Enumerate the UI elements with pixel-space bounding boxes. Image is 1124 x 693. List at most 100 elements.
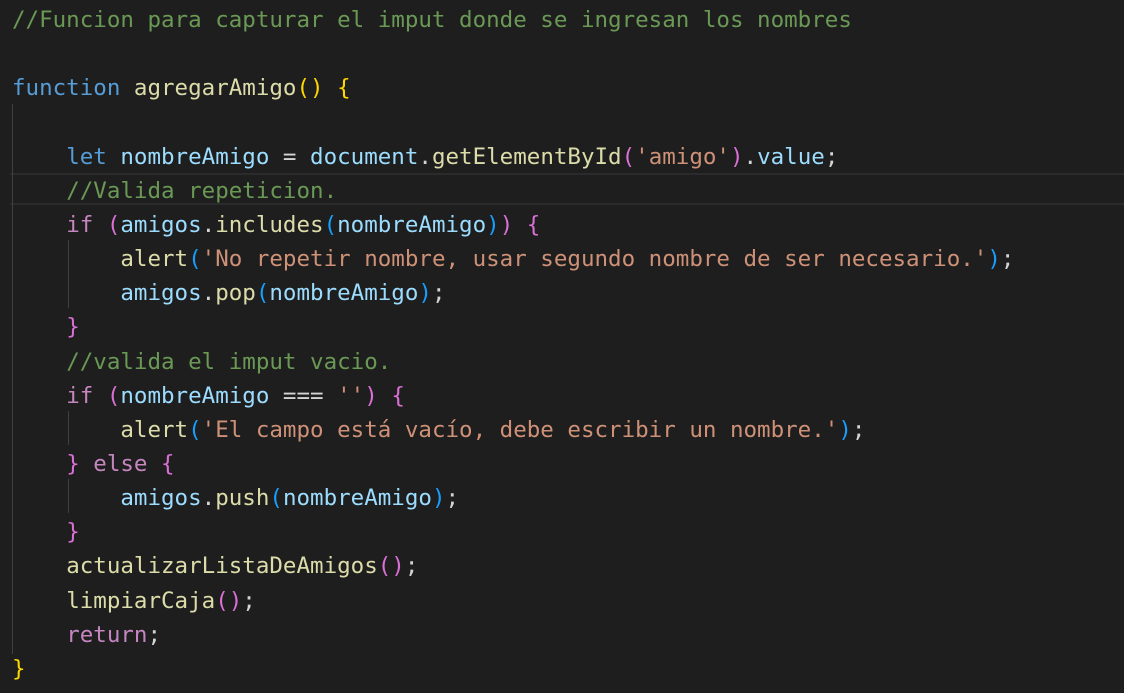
- code-token: let: [66, 143, 107, 170]
- code-line[interactable]: if (amigos.includes(nombreAmigo)) {: [12, 208, 540, 242]
- code-token: (: [323, 211, 338, 238]
- code-token: ): [499, 211, 514, 238]
- code-token: ): [729, 143, 744, 170]
- code-token: (: [188, 416, 202, 443]
- code-line[interactable]: //Funcion para capturar el imput donde s…: [12, 3, 852, 37]
- code-token: }: [66, 450, 80, 477]
- code-token: nombreAmigo: [269, 280, 419, 307]
- code-line[interactable]: }: [12, 310, 80, 344]
- code-token: 'amigo': [635, 143, 730, 170]
- code-token: nombreAmigo: [120, 382, 270, 409]
- code-token: (: [106, 211, 121, 238]
- code-line[interactable]: limpiarCaja();: [12, 584, 256, 618]
- code-line[interactable]: let nombreAmigo = document.getElementByI…: [12, 140, 838, 174]
- code-line[interactable]: //valida el imput vacio.: [12, 345, 391, 379]
- code-token: //valida el imput vacio.: [66, 348, 392, 375]
- code-token: nombreAmigo: [337, 211, 487, 238]
- code-token: }: [12, 655, 26, 682]
- code-line[interactable]: alert('No repetir nombre, usar segundo n…: [12, 242, 1014, 276]
- code-token: (: [106, 382, 121, 409]
- code-token: {: [526, 211, 541, 238]
- code-token: ;: [1000, 246, 1015, 273]
- code-line[interactable]: }: [12, 652, 26, 686]
- code-token: pop: [215, 280, 256, 307]
- code-token: value: [757, 143, 825, 170]
- code-token: nombreAmigo: [282, 485, 432, 512]
- code-token: ): [838, 416, 852, 443]
- code-token: ): [364, 382, 378, 409]
- code-token: =: [269, 143, 311, 170]
- code-token: (): [215, 587, 243, 614]
- code-token: ;: [431, 280, 446, 307]
- code-token: .: [201, 485, 216, 512]
- code-token: {: [161, 450, 175, 477]
- code-line[interactable]: if (nombreAmigo === '') {: [12, 379, 405, 413]
- code-token: ;: [851, 416, 866, 443]
- code-line[interactable]: function agregarAmigo() {: [12, 71, 351, 105]
- code-token: ;: [242, 587, 256, 614]
- code-token: (: [621, 143, 636, 170]
- code-token: ;: [824, 143, 839, 170]
- code-token: ): [418, 280, 432, 307]
- code-token: ): [987, 246, 1001, 273]
- code-token: nombreAmigo: [120, 143, 270, 170]
- code-token: else: [93, 450, 148, 477]
- code-line[interactable]: }: [12, 515, 80, 549]
- code-token: amigos: [120, 211, 202, 238]
- code-token: ;: [445, 485, 460, 512]
- code-token: {: [391, 382, 405, 409]
- code-token: (: [255, 280, 270, 307]
- code-token: ): [431, 485, 446, 512]
- code-editor[interactable]: //Funcion para capturar el imput donde s…: [0, 0, 1124, 693]
- code-token: }: [66, 314, 80, 341]
- code-token: includes: [215, 211, 324, 238]
- code-line[interactable]: return;: [12, 618, 161, 652]
- code-token: if: [66, 382, 94, 409]
- code-token: (): [296, 75, 324, 102]
- code-token: agregarAmigo: [133, 75, 297, 102]
- code-token: ===: [269, 382, 338, 409]
- code-token: ): [486, 211, 500, 238]
- code-token: .: [418, 143, 432, 170]
- code-token: //Valida repeticion.: [66, 177, 338, 204]
- code-token: .: [201, 211, 216, 238]
- code-token: if: [66, 211, 94, 238]
- code-line[interactable]: alert('El campo está vacío, debe escribi…: [12, 413, 865, 447]
- code-token: {: [337, 75, 351, 102]
- code-token: document: [310, 143, 419, 170]
- code-token: 'No repetir nombre, usar segundo nombre …: [201, 246, 988, 273]
- code-token: 'El campo está vacío, debe escribir un n…: [201, 416, 839, 443]
- code-line[interactable]: actualizarListaDeAmigos();: [12, 549, 418, 583]
- code-line[interactable]: amigos.pop(nombreAmigo);: [12, 276, 446, 310]
- code-line[interactable]: amigos.push(nombreAmigo);: [12, 481, 459, 515]
- code-token: ;: [147, 621, 162, 648]
- code-token: alert: [120, 416, 189, 443]
- code-token: //Funcion para capturar el imput donde s…: [12, 7, 852, 33]
- code-token: .: [743, 143, 758, 170]
- code-token: limpiarCaja: [66, 587, 216, 614]
- code-line[interactable]: } else {: [12, 447, 175, 481]
- code-token: ;: [404, 553, 419, 580]
- code-token: getElementById: [431, 143, 622, 170]
- code-line[interactable]: //Valida repeticion.: [12, 174, 337, 208]
- code-token: amigos: [120, 280, 202, 307]
- code-token: alert: [120, 246, 189, 273]
